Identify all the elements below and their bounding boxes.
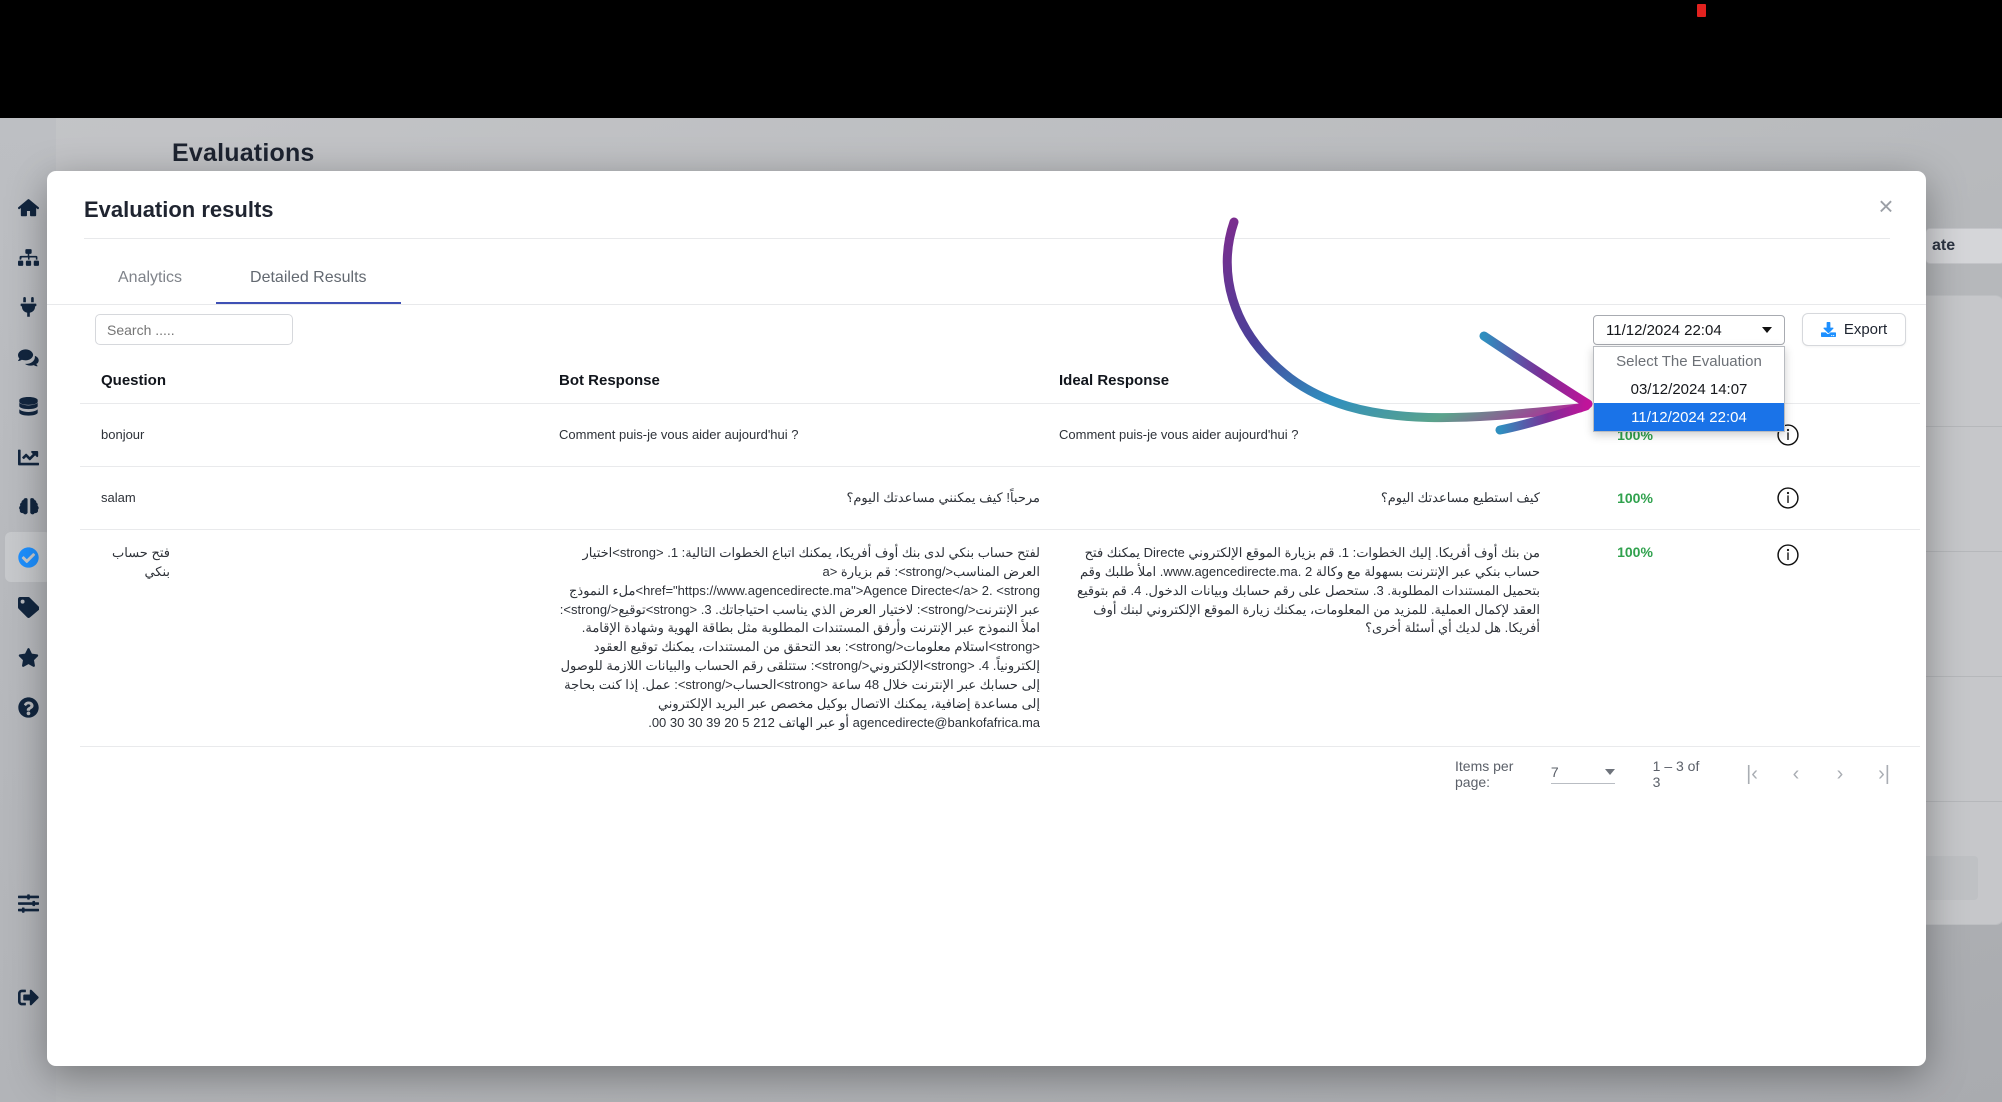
- table-divider: [80, 746, 1920, 748]
- search-input[interactable]: [95, 314, 293, 345]
- tabs-divider: [47, 304, 1926, 305]
- row-info-button[interactable]: [1730, 544, 1845, 566]
- chat-icon: [17, 348, 39, 366]
- next-page-button[interactable]: ›: [1829, 763, 1851, 785]
- brain-icon: [18, 497, 39, 514]
- sitemap-icon: [17, 248, 39, 266]
- sidebar-item-sitemap[interactable]: [5, 232, 51, 282]
- sidebar-bottom-list: [5, 878, 51, 1066]
- evaluation-option-1[interactable]: 03/12/2024 14:07: [1594, 375, 1784, 403]
- cell-bot-response: Comment puis-je vous aider aujourd'hui ?: [559, 426, 799, 442]
- sidebar-item-tags[interactable]: [5, 582, 51, 632]
- tag-icon: [17, 596, 39, 618]
- info-circle-icon: [1776, 544, 1799, 566]
- previous-page-button[interactable]: ‹: [1785, 763, 1807, 785]
- database-icon: [18, 396, 38, 416]
- close-icon[interactable]: ×: [1872, 193, 1900, 221]
- cell-question: salam: [101, 489, 136, 505]
- download-icon: [1820, 322, 1836, 337]
- evaluation-option-placeholder[interactable]: Select The Evaluation: [1594, 347, 1784, 375]
- evaluation-select[interactable]: 11/12/2024 22:04 Select The Evaluation 0…: [1593, 315, 1785, 432]
- recording-indicator-dot: [1697, 4, 1706, 17]
- column-header-ideal-response: Ideal Response: [1059, 372, 1170, 389]
- items-per-page-select[interactable]: 7: [1550, 764, 1615, 784]
- tab-detailed-results[interactable]: Detailed Results: [216, 251, 401, 305]
- browser-chrome-top: [0, 0, 2002, 118]
- tab-analytics[interactable]: Analytics: [84, 251, 216, 305]
- first-page-button[interactable]: |‹: [1741, 763, 1763, 785]
- star-icon: [18, 647, 38, 667]
- cell-ideal-response: Comment puis-je vous aider aujourd'hui ?: [1059, 426, 1299, 442]
- check-circle-icon: [17, 546, 39, 568]
- screen-root: Evaluations ate Evaluation results × Ana…: [0, 0, 2002, 1102]
- cell-bot-response: لفتح حساب بنكي لدى بنك أوف أفريكا، يمكنك…: [559, 545, 1040, 730]
- sidebar-item-conversations[interactable]: [5, 332, 51, 382]
- chevron-down-icon: [1604, 769, 1615, 775]
- table-row[interactable]: فتح حساب بنكي لفتح حساب بنكي لدى بنك أوف…: [80, 530, 1920, 746]
- items-per-page-label: Items per page:: [1455, 758, 1514, 790]
- sidebar-item-analytics[interactable]: [5, 432, 51, 482]
- sidebar-item-models[interactable]: [5, 482, 51, 532]
- sidebar-item-evaluations[interactable]: [5, 532, 51, 582]
- sliders-icon: [17, 893, 39, 913]
- cell-ideal-response: من بنك أوف أفريكا. إليك الخطوات: 1. قم ب…: [1077, 545, 1540, 636]
- sidebar-nav-list: [5, 182, 51, 732]
- sidebar-item-logout[interactable]: [5, 972, 51, 1022]
- column-header-question: Question: [101, 372, 167, 389]
- background-generate-button[interactable]: ate: [1925, 228, 2002, 264]
- cell-score: 100%: [1617, 544, 1653, 560]
- sidebar-item-database[interactable]: [5, 382, 51, 432]
- last-page-button[interactable]: ›|: [1873, 763, 1895, 785]
- sidebar-item-settings[interactable]: [5, 878, 51, 928]
- background-card-button: [1922, 856, 1978, 900]
- cell-bot-response: مرحباً! كيف يمكنني مساعدتك اليوم؟: [846, 489, 1040, 505]
- sidebar-item-help[interactable]: [5, 682, 51, 732]
- cell-ideal-response: كيف استطيع مساعدتك اليوم؟: [1380, 489, 1540, 505]
- table-row[interactable]: salam مرحباً! كيف يمكنني مساعدتك اليوم؟ …: [80, 467, 1920, 529]
- column-header-bot-response: Bot Response: [559, 372, 660, 389]
- background-results-card: [1913, 295, 2002, 925]
- chevron-down-icon: [1762, 327, 1772, 333]
- sidebar-item-integrations[interactable]: [5, 282, 51, 332]
- cell-question: bonjour: [101, 426, 145, 442]
- evaluation-select-value: 11/12/2024 22:04: [1606, 321, 1722, 339]
- logout-icon: [17, 989, 39, 1005]
- cell-question: فتح حساب بنكي: [112, 545, 170, 579]
- pagination-buttons: |‹ ‹ › ›|: [1741, 763, 1895, 785]
- items-per-page-value: 7: [1550, 764, 1559, 780]
- header-divider: [84, 238, 1890, 239]
- pagination-range-label: 1 – 3 of 3: [1652, 758, 1700, 790]
- export-button[interactable]: Export: [1802, 313, 1906, 346]
- modal-title: Evaluation results: [84, 197, 274, 222]
- plug-icon: [20, 296, 36, 317]
- evaluation-option-2[interactable]: 11/12/2024 22:04: [1594, 403, 1784, 431]
- info-circle-icon: [1776, 487, 1799, 509]
- evaluation-select-button[interactable]: 11/12/2024 22:04: [1593, 315, 1785, 345]
- sidebar-item-home[interactable]: [5, 182, 51, 232]
- chart-line-icon: [17, 449, 39, 465]
- cell-score: 100%: [1617, 490, 1653, 506]
- modal-tabs: Analytics Detailed Results: [84, 251, 401, 305]
- page-title: Evaluations: [172, 139, 315, 167]
- row-info-button[interactable]: [1730, 487, 1845, 509]
- paginator: Items per page: 7 1 – 3 of 3 |‹ ‹ › ›|: [1455, 755, 1895, 793]
- export-button-label: Export: [1843, 321, 1888, 338]
- evaluation-select-dropdown[interactable]: Select The Evaluation 03/12/2024 14:07 1…: [1593, 346, 1785, 432]
- sidebar-item-favorites[interactable]: [5, 632, 51, 682]
- home-icon: [17, 198, 39, 216]
- question-circle-icon: [17, 696, 39, 718]
- modal-header: Evaluation results ×: [47, 171, 1926, 239]
